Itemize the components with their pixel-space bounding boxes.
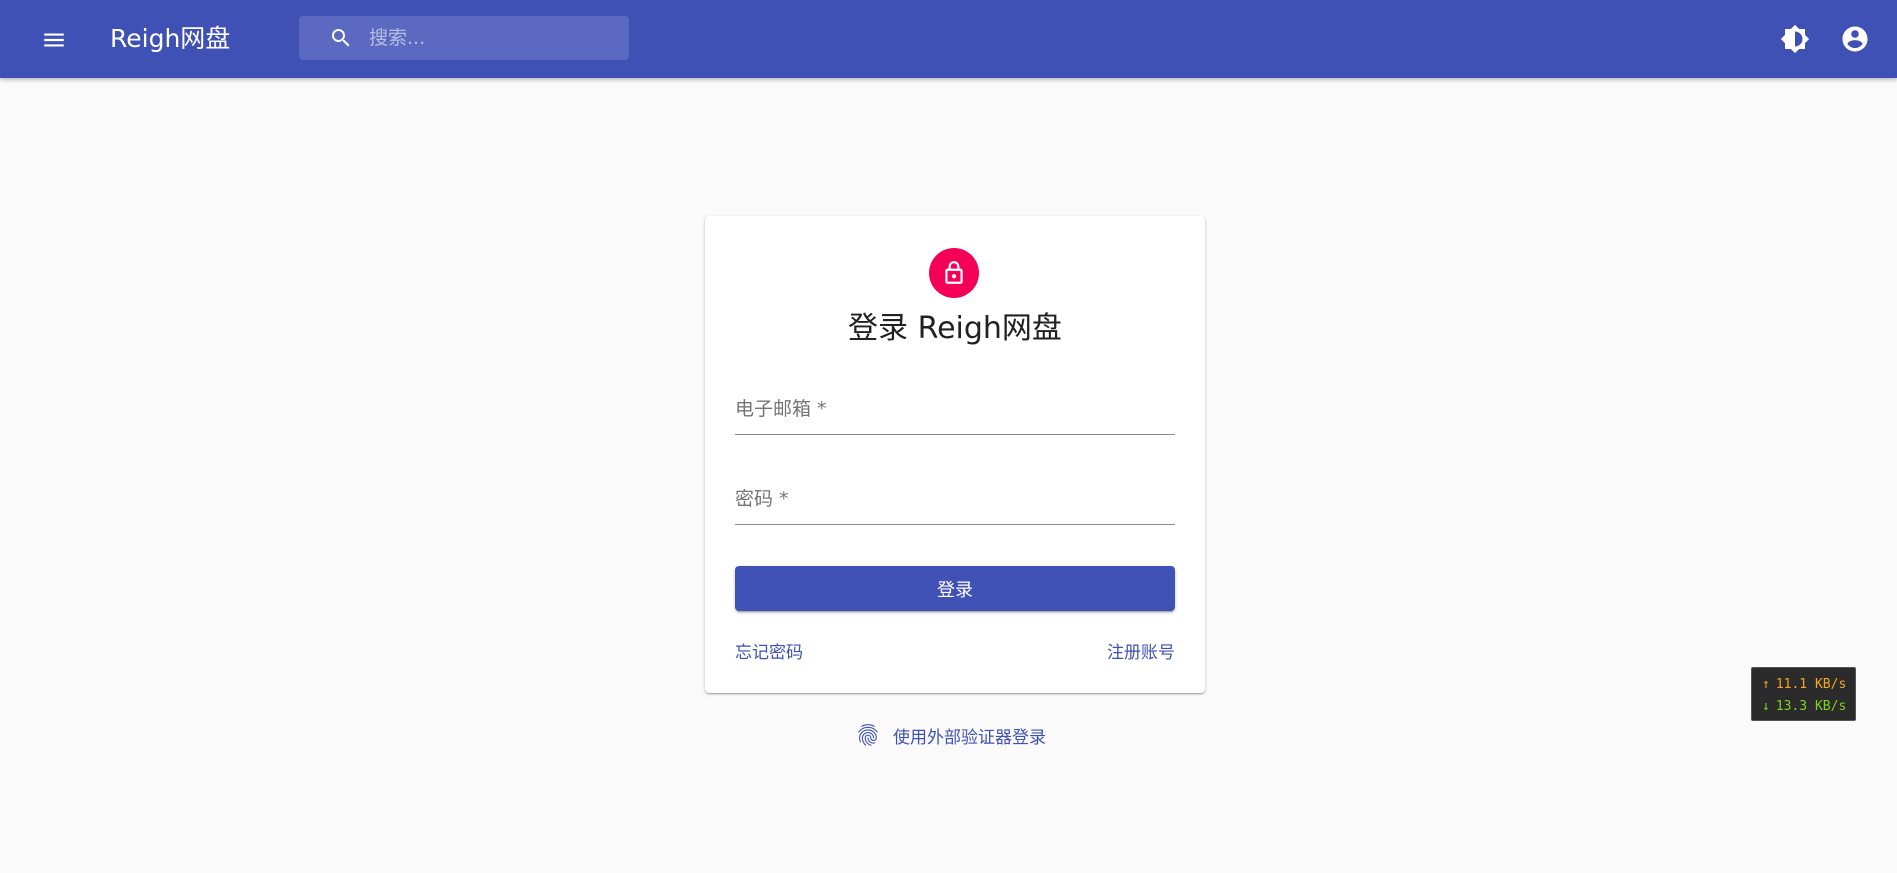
upload-speed: ↑ 11.1 KB/s bbox=[1762, 673, 1855, 695]
login-title: 登录 Reigh网盘 bbox=[848, 311, 1062, 346]
app-bar: Reigh网盘 bbox=[0, 0, 1897, 78]
forgot-password-link[interactable]: 忘记密码 bbox=[735, 638, 803, 663]
search-input[interactable] bbox=[369, 16, 619, 60]
account-button[interactable] bbox=[1836, 20, 1874, 58]
download-speed: ↓ 13.3 KB/s bbox=[1762, 695, 1855, 717]
net-speed-widget: ↑ 11.1 KB/s ↓ 13.3 KB/s bbox=[1751, 667, 1856, 721]
password-field[interactable] bbox=[735, 475, 1175, 525]
register-link[interactable]: 注册账号 bbox=[1107, 638, 1175, 663]
app-title: Reigh网盘 bbox=[110, 24, 231, 53]
upload-speed-value: 11.1 KB/s bbox=[1775, 676, 1847, 692]
password-input[interactable] bbox=[735, 475, 1175, 523]
lock-icon bbox=[945, 261, 963, 284]
account-circle-icon bbox=[1842, 26, 1868, 52]
download-speed-value: 13.3 KB/s bbox=[1775, 698, 1847, 714]
login-button[interactable]: 登录 bbox=[735, 566, 1175, 611]
arrow-up-icon: ↑ bbox=[1762, 676, 1770, 692]
menu-icon bbox=[44, 33, 64, 47]
fingerprint-icon bbox=[858, 724, 878, 746]
external-auth-button[interactable]: 使用外部验证器登录 bbox=[855, 720, 1046, 750]
menu-button[interactable] bbox=[33, 19, 75, 61]
email-field[interactable] bbox=[735, 385, 1175, 435]
lock-avatar bbox=[929, 248, 979, 298]
brightness-icon bbox=[1780, 24, 1810, 54]
theme-toggle-button[interactable] bbox=[1776, 20, 1814, 58]
search-box[interactable] bbox=[299, 16, 629, 60]
login-card: 登录 Reigh网盘 登录 忘记密码 注册账号 bbox=[705, 216, 1205, 693]
email-input[interactable] bbox=[735, 385, 1175, 433]
arrow-down-icon: ↓ bbox=[1762, 698, 1770, 714]
external-auth-label: 使用外部验证器登录 bbox=[893, 727, 1046, 748]
search-icon bbox=[332, 29, 350, 47]
